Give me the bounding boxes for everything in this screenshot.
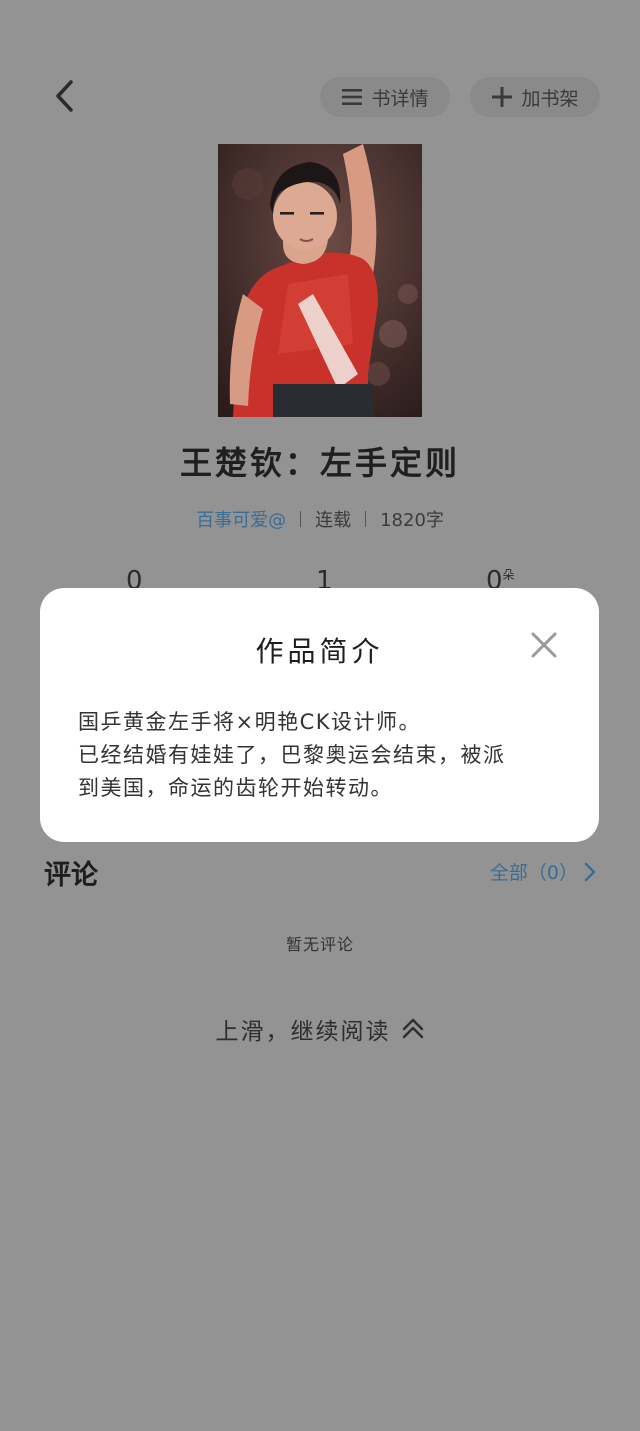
- chevron-right-icon: [584, 862, 596, 881]
- add-to-shelf-button[interactable]: 加书架: [470, 77, 600, 117]
- intro-line: 到美国，命运的齿轮开始转动。: [78, 776, 393, 800]
- all-comments-label: 全部（0）: [489, 862, 578, 884]
- serial-status: 连载: [315, 510, 352, 531]
- all-comments-link[interactable]: 全部（0）: [490, 858, 596, 885]
- book-detail-page: 书详情 加书架 王楚钦：左手定则 百事可爱@ 连载 1820字 0 1 0朵 作…: [0, 0, 640, 1431]
- word-count: 1820字: [380, 510, 444, 531]
- meta-divider: [300, 511, 302, 527]
- modal-title: 作品简介: [255, 635, 384, 668]
- intro-text: 国乒黄金左手将×明艳CK设计师。 已经结婚有娃娃了，巴黎奥运会结束，被派 到美国…: [78, 706, 568, 805]
- book-cover-image[interactable]: [218, 144, 422, 417]
- continue-reading-prompt[interactable]: 上滑，继续阅读: [0, 1012, 640, 1046]
- empty-comments-text: 暂无评论: [285, 935, 354, 954]
- comments-heading: 评论: [44, 860, 98, 891]
- menu-icon: [342, 89, 363, 105]
- back-button[interactable]: [44, 74, 84, 118]
- intro-modal: 作品简介 国乒黄金左手将×明艳CK设计师。 已经结婚有娃娃了，巴黎奥运会结束，被…: [40, 588, 599, 842]
- add-to-shelf-label: 加书架: [521, 87, 579, 110]
- double-chevron-up-icon: [402, 1018, 423, 1039]
- close-icon: [531, 632, 557, 658]
- book-meta: 百事可爱@ 连载 1820字: [0, 506, 640, 532]
- cover-illustration: [218, 144, 422, 417]
- close-button[interactable]: [527, 628, 561, 662]
- book-details-label: 书详情: [371, 87, 429, 110]
- stat-unit: 朵: [502, 568, 515, 582]
- continue-reading-label: 上滑，继续阅读: [215, 1019, 391, 1045]
- book-title: 王楚钦：左手定则: [179, 444, 460, 482]
- intro-line: 国乒黄金左手将×明艳CK设计师。: [78, 710, 422, 734]
- meta-divider: [365, 511, 367, 527]
- author-link[interactable]: 百事可爱@: [196, 506, 286, 532]
- chevron-left-icon: [56, 80, 73, 112]
- book-details-button[interactable]: 书详情: [320, 77, 450, 117]
- plus-icon: [492, 87, 513, 107]
- intro-line: 已经结婚有娃娃了，巴黎奥运会结束，被派: [78, 743, 506, 767]
